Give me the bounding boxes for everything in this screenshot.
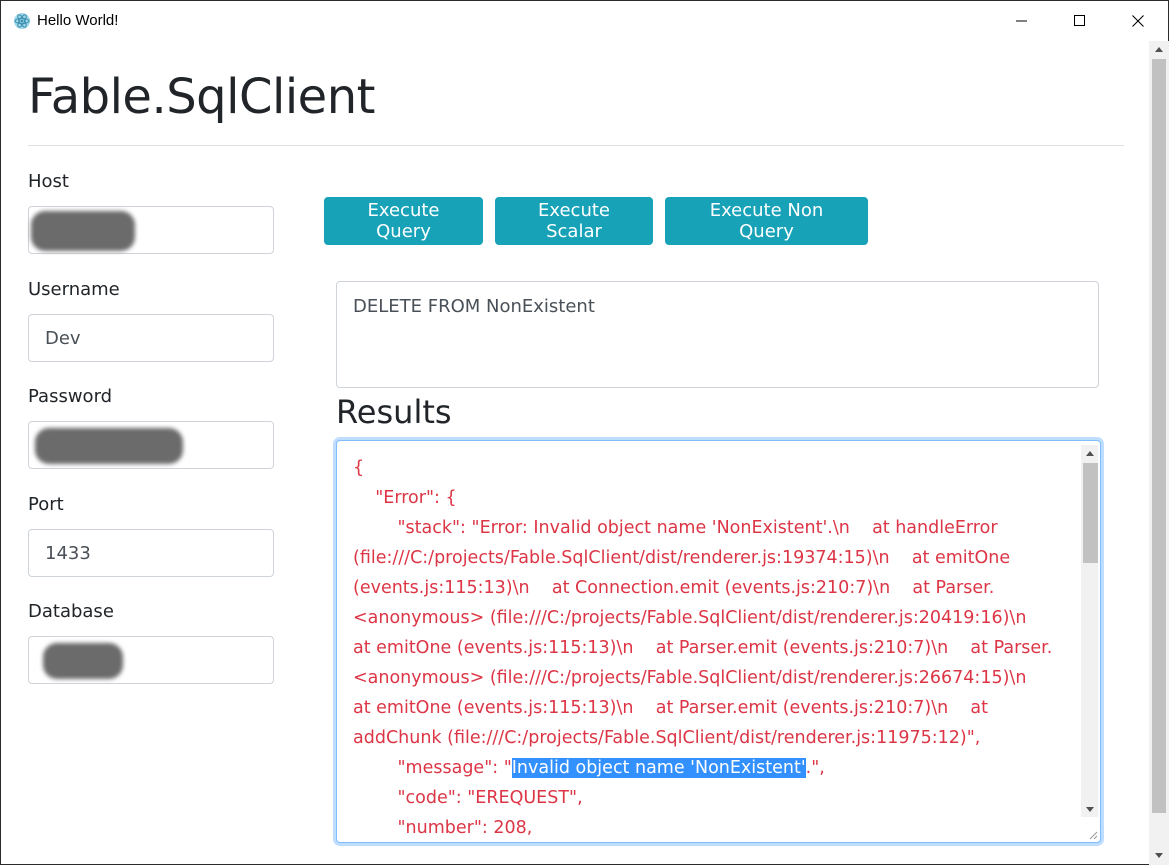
results-line: "number": 208, bbox=[353, 818, 533, 838]
page-scroll-thumb[interactable] bbox=[1152, 59, 1166, 813]
maximize-icon bbox=[1074, 15, 1085, 26]
page-title: Fable.SqlClient bbox=[28, 69, 375, 125]
results-message-line: "message": "Invalid object name 'NonExis… bbox=[353, 753, 1078, 783]
selected-text[interactable]: Invalid object name 'NonExistent' bbox=[511, 758, 806, 778]
chevron-up-icon bbox=[1085, 450, 1094, 456]
scroll-up-arrow[interactable] bbox=[1081, 445, 1098, 461]
app-window: Hello World! Fable.SqlClient Host Userna… bbox=[0, 0, 1169, 865]
port-label: Port bbox=[28, 494, 64, 515]
results-line: { bbox=[353, 458, 365, 478]
username-input[interactable] bbox=[28, 314, 274, 362]
results-textarea[interactable]: { "Error": { "stack": "Error: Invalid ob… bbox=[336, 440, 1101, 843]
password-label: Password bbox=[28, 386, 113, 407]
minimize-button[interactable] bbox=[993, 1, 1051, 41]
page-content: Fable.SqlClient Host Username Password P… bbox=[1, 41, 1149, 865]
database-redaction bbox=[43, 643, 123, 679]
minimize-icon bbox=[1016, 20, 1027, 22]
title-divider bbox=[28, 145, 1124, 146]
execute-query-button[interactable]: Execute Query bbox=[324, 197, 483, 245]
results-line: at emitOne (events.js:115:13)\n at Parse… bbox=[353, 638, 1053, 658]
title-bar[interactable]: Hello World! bbox=[1, 1, 1168, 41]
host-redaction bbox=[31, 211, 135, 251]
execute-non-query-button[interactable]: Execute Non Query bbox=[665, 197, 868, 245]
window-title: Hello World! bbox=[37, 12, 119, 29]
results-line: <anonymous> (file:///C:/projects/Fable.S… bbox=[353, 668, 1027, 688]
resize-grip-icon[interactable] bbox=[1088, 830, 1098, 840]
password-redaction bbox=[35, 428, 183, 464]
page-scroll-up-arrow[interactable] bbox=[1149, 41, 1169, 57]
results-content: { "Error": { "stack": "Error: Invalid ob… bbox=[353, 453, 1078, 842]
page-scrollbar[interactable] bbox=[1149, 41, 1169, 865]
maximize-button[interactable] bbox=[1051, 1, 1109, 41]
results-scrollbar[interactable] bbox=[1081, 445, 1098, 817]
port-input[interactable] bbox=[28, 529, 274, 577]
electron-atom-icon bbox=[14, 13, 30, 29]
query-textarea[interactable]: DELETE FROM NonExistent bbox=[336, 281, 1099, 388]
page-scroll-down-arrow[interactable] bbox=[1149, 847, 1169, 863]
chevron-down-icon bbox=[1155, 852, 1163, 858]
message-prefix: "message": " bbox=[353, 758, 512, 778]
results-line: (file:///C:/projects/Fable.SqlClient/dis… bbox=[353, 548, 1011, 568]
results-scroll-thumb[interactable] bbox=[1083, 463, 1098, 563]
scroll-down-arrow[interactable] bbox=[1081, 801, 1098, 817]
results-line: addChunk (file:///C:/projects/Fable.SqlC… bbox=[353, 728, 981, 748]
results-line: "code": "EREQUEST", bbox=[353, 788, 583, 808]
chevron-down-icon bbox=[1085, 806, 1094, 812]
results-line: at emitOne (events.js:115:13)\n at Parse… bbox=[353, 698, 989, 718]
close-button[interactable] bbox=[1109, 1, 1167, 41]
execute-scalar-button[interactable]: Execute Scalar bbox=[495, 197, 653, 245]
results-line: "stack": "Error: Invalid object name 'No… bbox=[353, 518, 998, 538]
results-heading: Results bbox=[336, 393, 452, 431]
results-line: "Error": { bbox=[353, 488, 457, 508]
results-line: <anonymous> (file:///C:/projects/Fable.S… bbox=[353, 608, 1027, 628]
chevron-up-icon bbox=[1155, 46, 1163, 52]
close-icon bbox=[1132, 15, 1144, 27]
username-label: Username bbox=[28, 279, 120, 300]
results-line: (events.js:115:13)\n at Connection.emit … bbox=[353, 578, 995, 598]
message-suffix: .", bbox=[805, 758, 825, 778]
database-label: Database bbox=[28, 601, 114, 622]
host-label: Host bbox=[28, 171, 69, 192]
